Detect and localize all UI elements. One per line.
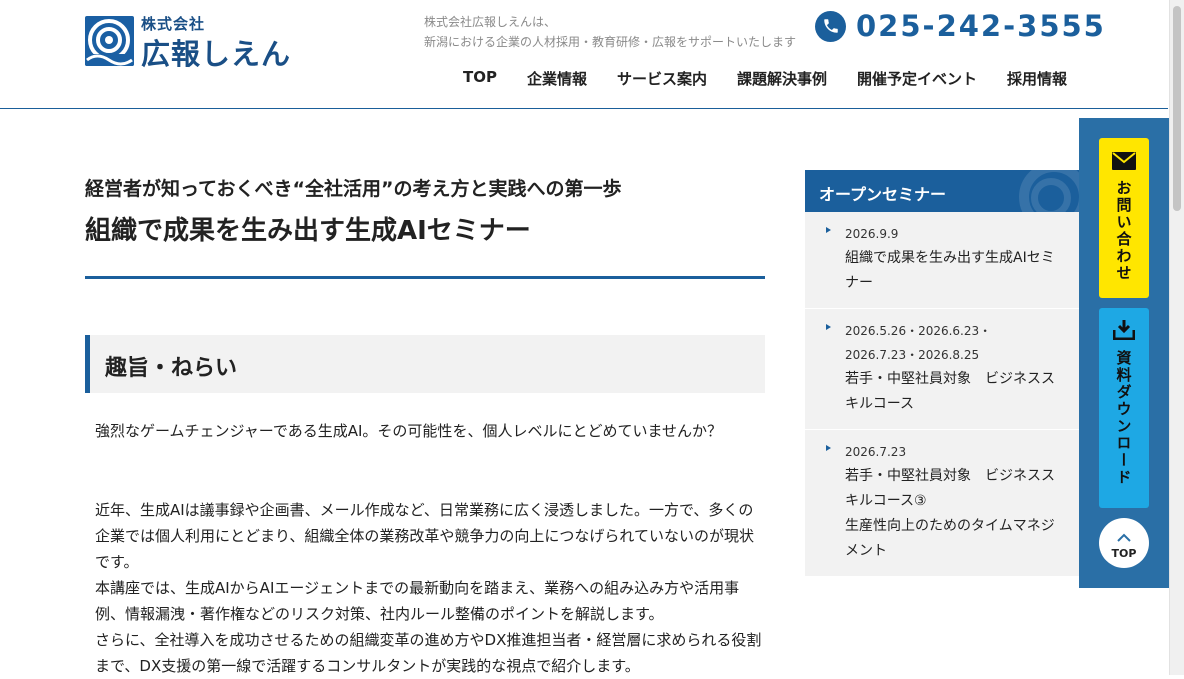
header-tagline: 株式会社広報しえんは、 新潟における企業の人材採用・教育研修・広報をサポートいた… [424, 12, 796, 52]
site-header: 株式会社 広報しえん 株式会社広報しえんは、 新潟における企業の人材採用・教育研… [0, 0, 1168, 109]
back-to-top-button[interactable]: TOP [1099, 518, 1149, 568]
scrollbar-thumb[interactable] [1173, 6, 1181, 211]
tagline-line-2: 新潟における企業の人材採用・教育研修・広報をサポートいたします [424, 35, 797, 49]
nav-cases[interactable]: 課題解決事例 [737, 68, 827, 89]
triangle-bullet-icon [826, 445, 831, 451]
intro-paragraph: 強烈なゲームチェンジャーである生成AI。その可能性を、個人レベルにとどめていませ… [95, 422, 722, 440]
triangle-bullet-icon [826, 227, 831, 233]
title-divider [85, 276, 765, 279]
scrollbar[interactable] [1169, 0, 1184, 675]
floating-side-tabs: お問い合わせ 資料ダウンロード TOP [1079, 118, 1169, 588]
seminar-name: 若手・中堅社員対象 ビジネススキルコース [845, 371, 1055, 412]
logo-mark-icon [85, 16, 134, 66]
main-nav: TOP 企業情報 サービス案内 課題解決事例 開催予定イベント 採用情報 [463, 68, 1067, 89]
contact-tab-label: お問い合わせ [1114, 180, 1133, 282]
download-tab-label: 資料ダウンロード [1114, 350, 1133, 486]
logo-company-name: 広報しえん [141, 37, 292, 71]
seminar-name: 組織で成果を生み出す生成AIセミナー [845, 250, 1055, 291]
nav-company[interactable]: 企業情報 [527, 68, 587, 89]
sidebar-heading: オープンセミナー [805, 170, 1079, 212]
section-heading-text: 趣旨・ねらい [105, 356, 238, 381]
seminar-date: 2026.9.9 [845, 227, 899, 241]
tagline-line-1: 株式会社広報しえんは、 [424, 15, 557, 29]
sidebar-heading-text: オープンセミナー [819, 185, 947, 204]
section-heading-accent [85, 335, 90, 393]
seminar-date: 2026.5.26・2026.6.23・2026.7.23・2026.8.25 [845, 324, 992, 362]
phone-icon [815, 10, 846, 42]
seminar-date: 2026.7.23 [845, 445, 907, 459]
download-icon [1099, 320, 1149, 344]
nav-services[interactable]: サービス案内 [617, 68, 707, 89]
back-to-top-label: TOP [1111, 547, 1137, 560]
seminar-item[interactable]: 2026.9.9 組織で成果を生み出す生成AIセミナー [805, 212, 1079, 309]
mail-icon [1099, 152, 1149, 174]
seminar-item[interactable]: 2026.7.23 若手・中堅社員対象 ビジネススキルコース③ 生産性向上のため… [805, 430, 1079, 576]
nav-top[interactable]: TOP [463, 68, 497, 89]
chevron-up-icon [1099, 527, 1149, 546]
section-heading: 趣旨・ねらい [85, 335, 765, 393]
seminar-name: 若手・中堅社員対象 ビジネススキルコース③ 生産性向上のためのタイムマネジメント [845, 468, 1055, 559]
body-paragraph: 近年、生成AIは議事録や企画書、メール作成など、日常業務に広く浸透しました。一方… [95, 501, 762, 675]
open-seminar-sidebar: オープンセミナー 2026.9.9 組織で成果を生み出す生成AIセミナー 202… [805, 170, 1079, 576]
contact-tab[interactable]: お問い合わせ [1099, 138, 1149, 298]
nav-events[interactable]: 開催予定イベント [857, 68, 977, 89]
phone-contact[interactable]: 025-242-3555 [815, 9, 1106, 43]
download-tab[interactable]: 資料ダウンロード [1099, 308, 1149, 508]
sidebar-deco-icon [1031, 178, 1071, 212]
triangle-bullet-icon [826, 324, 831, 330]
nav-recruit[interactable]: 採用情報 [1007, 68, 1067, 89]
page-title: 組織で成果を生み出す生成AIセミナー [85, 216, 531, 246]
page-subtitle: 経営者が知っておくべき“全社活用”の考え方と実践への第一歩 [85, 178, 622, 200]
seminar-item[interactable]: 2026.5.26・2026.6.23・2026.7.23・2026.8.25 … [805, 309, 1079, 430]
phone-number: 025-242-3555 [856, 9, 1106, 43]
company-logo[interactable]: 株式会社 広報しえん [85, 14, 292, 71]
